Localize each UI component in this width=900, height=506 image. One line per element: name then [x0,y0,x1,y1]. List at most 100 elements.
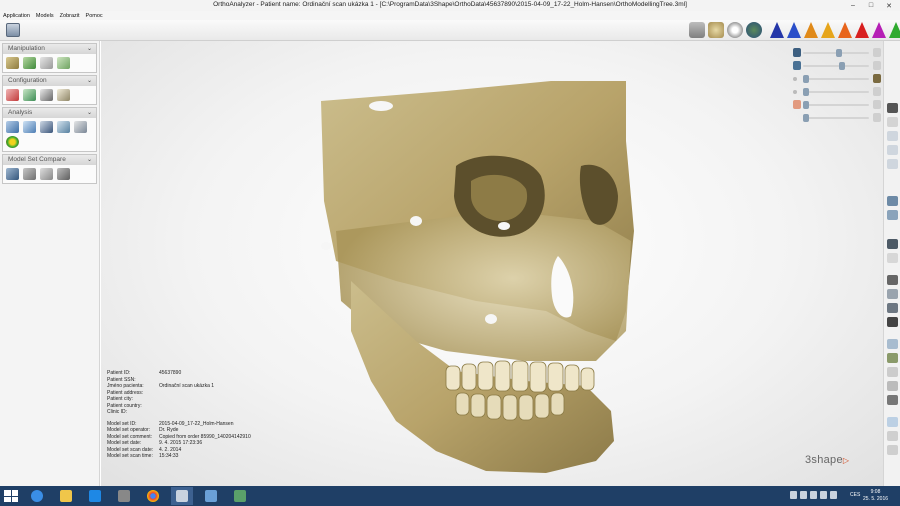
rotate-icon[interactable] [887,159,898,169]
heart-icon[interactable] [887,103,898,113]
teamviewer-icon[interactable] [84,487,106,505]
clock-date: 25. 5. 2016 [863,496,889,502]
color-triangle-icon[interactable] [804,22,818,38]
color-triangle-icon[interactable] [821,22,835,38]
occlusion-icon[interactable] [57,57,70,69]
side-view-icon[interactable] [887,210,898,220]
image-viewer-icon[interactable] [200,487,222,505]
zoom-out-icon[interactable] [887,145,898,155]
camera-icon[interactable] [113,487,135,505]
camera-icon[interactable] [887,239,898,249]
menu-models[interactable]: Models [36,13,54,19]
move-model-icon[interactable] [6,57,19,69]
section-title: Configuration [8,77,47,84]
shield-icon[interactable] [887,395,898,405]
menu-pomoc[interactable]: Pomoc [86,13,103,19]
link-icon[interactable] [40,168,53,180]
color-map-icon[interactable] [6,136,19,148]
pan-icon[interactable] [887,417,898,427]
ruler-icon[interactable] [6,121,19,133]
rotate-view-icon[interactable] [746,22,762,38]
gray-view-icon[interactable] [689,22,705,38]
menu-application[interactable]: Application [3,13,30,19]
chrome-icon[interactable] [142,487,164,505]
color-triangle-icon[interactable] [770,22,784,38]
start-button[interactable] [4,490,18,502]
tray-flag-icon[interactable] [820,491,827,499]
scale-icon[interactable] [887,445,898,455]
lower-jaw-icon[interactable] [887,353,898,363]
language-indicator[interactable]: CES [850,492,860,498]
chevron-down-icon[interactable]: ⌄ [87,155,92,165]
arch-analysis-icon[interactable] [57,121,70,133]
tooth-config-icon[interactable] [57,89,70,101]
display-sliders [793,47,881,125]
scan-icon[interactable] [229,487,251,505]
snapshot-icon[interactable] [887,317,898,327]
chevron-down-icon[interactable]: ⌄ [87,108,92,118]
bite-view-icon[interactable] [727,22,743,38]
section-header[interactable]: Manipulation ⌄ [3,44,96,54]
box-view-icon[interactable] [887,275,898,285]
ie-icon[interactable] [26,487,48,505]
clock[interactable]: 9:08 25. 5. 2016 [863,489,888,503]
slider-color-level[interactable] [793,99,881,112]
chevron-down-icon[interactable]: ⌄ [87,76,92,86]
section-header[interactable]: Analysis ⌄ [3,108,96,118]
bottom-view-icon[interactable] [887,303,898,313]
layers-icon[interactable] [887,381,898,391]
info-value: 45637890 [159,370,182,376]
tools-sidebar: Manipulation ⌄ Configuration ⌄ Analysis … [0,41,100,486]
window-title: OrthoAnalyzer - Patient name: Ordinační … [213,1,687,8]
file-explorer-icon[interactable] [55,487,77,505]
color-triangle-icon[interactable] [855,22,869,38]
front-view-icon[interactable] [887,196,898,206]
axis-setup-icon[interactable] [6,89,19,101]
brand-mark-icon: ▷ [842,456,850,465]
close-button[interactable]: ✕ [880,0,898,11]
rotate-model-icon[interactable] [23,57,36,69]
slider-tooth-visibility[interactable] [793,73,881,86]
compare-set-icon[interactable] [6,168,19,180]
chart-analysis-icon[interactable] [23,121,36,133]
color-triangle-icon[interactable] [787,22,801,38]
3d-viewport[interactable]: Patient ID: 45637890 Patient SSN: Jméno p… [101,41,883,486]
zoom-in-icon[interactable] [887,131,898,141]
maximize-button[interactable]: □ [862,0,880,11]
texture-view-icon[interactable] [708,22,724,38]
color-triangle-icon[interactable] [889,22,900,38]
tray-battery-icon[interactable] [810,491,817,499]
bite-config-icon[interactable] [23,89,36,101]
cursor-icon[interactable] [887,117,898,127]
top-view-icon[interactable] [887,289,898,299]
slider-threshold[interactable] [793,86,881,99]
difference-icon[interactable] [57,168,70,180]
superimpose-icon[interactable] [23,168,36,180]
slider-model-opacity[interactable] [793,60,881,73]
slider-skin-opacity[interactable] [793,112,881,125]
cbct-skull-render[interactable] [296,81,641,481]
section-header[interactable]: Model Set Compare ⌄ [3,155,96,165]
drop-icon [793,48,801,57]
tray-arrow-icon[interactable] [790,491,797,499]
menu-zobrazit[interactable]: Zobrazit [60,13,80,19]
slider-cbct-opacity[interactable] [793,47,881,60]
color-triangle-icon[interactable] [872,22,886,38]
tray-network-icon[interactable] [800,491,807,499]
tray-volume-icon[interactable] [830,491,837,499]
split-view-icon[interactable] [887,253,898,263]
dot-icon [793,77,797,81]
move-icon[interactable] [887,431,898,441]
section-header[interactable]: Configuration ⌄ [3,76,96,86]
measure-config-icon[interactable] [40,89,53,101]
chevron-down-icon[interactable]: ⌄ [87,44,92,54]
dental-chain-icon[interactable] [40,57,53,69]
save-model-icon[interactable] [6,23,20,37]
orthoanalyzer-icon[interactable] [171,487,193,505]
color-triangle-icon[interactable] [838,22,852,38]
angle-analysis-icon[interactable] [40,121,53,133]
report-icon[interactable] [74,121,87,133]
upper-jaw-icon[interactable] [887,339,898,349]
minimize-button[interactable]: – [844,0,862,11]
copy-icon[interactable] [887,367,898,377]
